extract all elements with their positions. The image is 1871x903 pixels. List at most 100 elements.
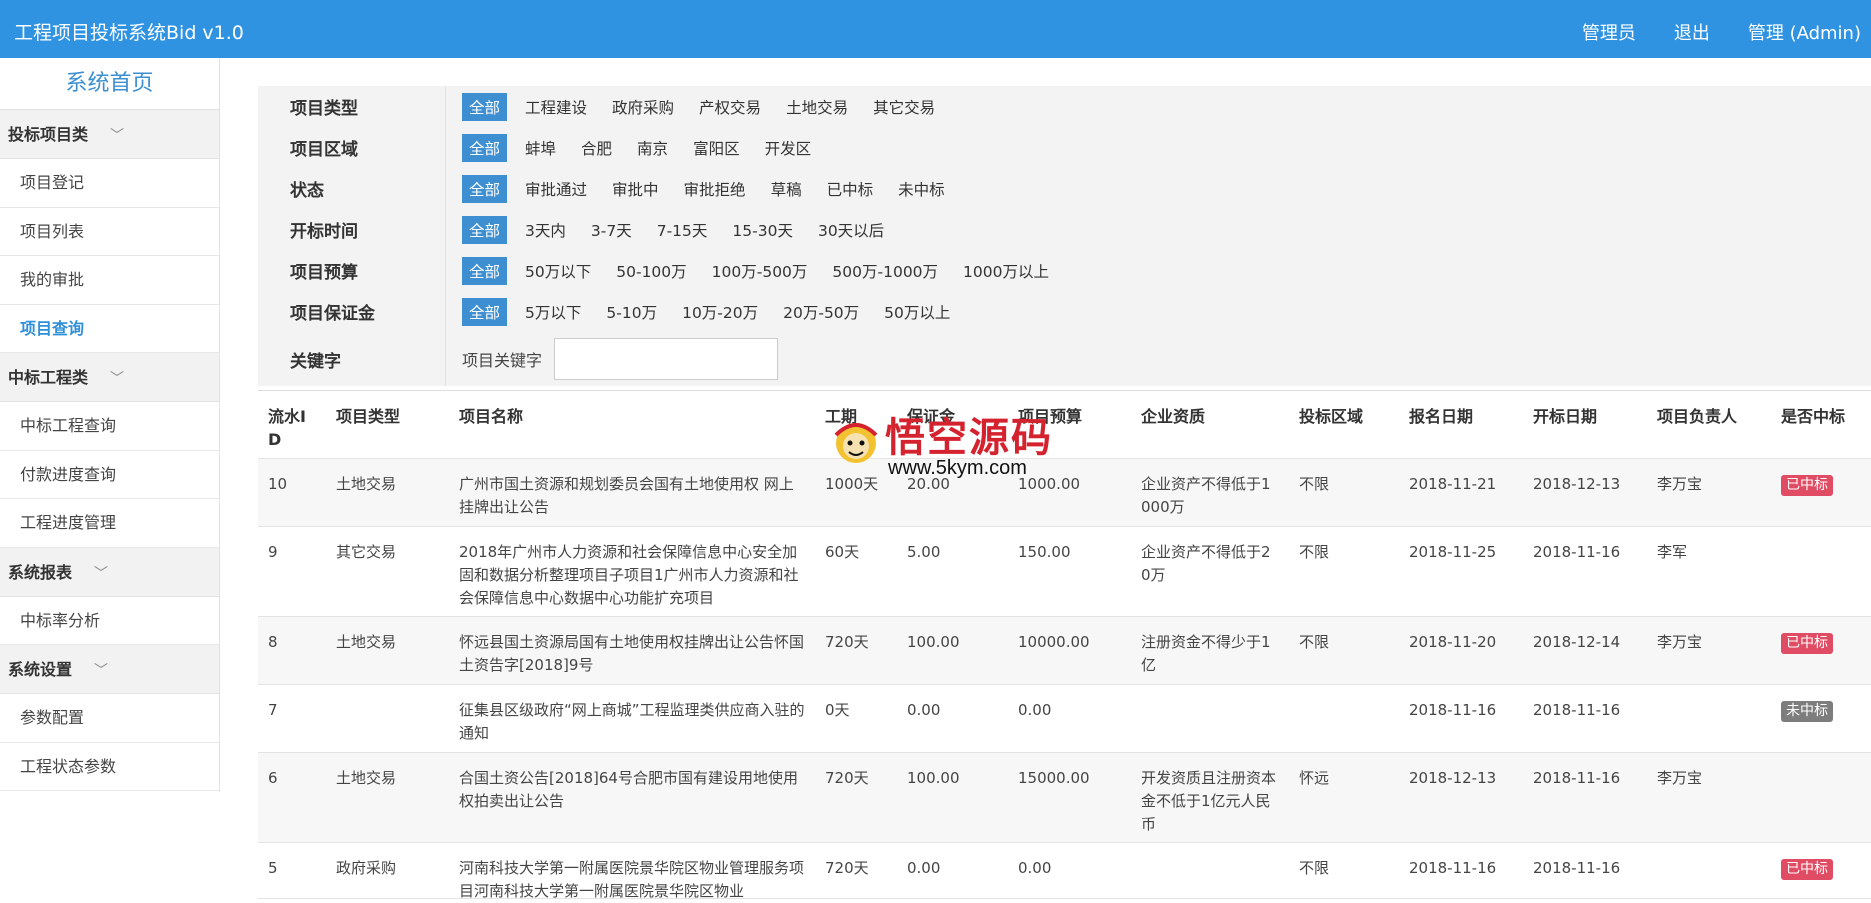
filter-option[interactable]: 南京 bbox=[637, 137, 668, 159]
project-table: 流水ID 项目类型 项目名称 工期 保证金 项目预算 企业资质 投标区域 报名日… bbox=[258, 390, 1871, 900]
table-cell: 土地交易 bbox=[336, 633, 397, 651]
table-cell bbox=[1131, 685, 1289, 752]
filter-option[interactable]: 未中标 bbox=[898, 178, 945, 200]
filter-option[interactable]: 富阳区 bbox=[693, 137, 740, 159]
sidebar-item-project-list[interactable]: 项目列表 bbox=[0, 208, 219, 256]
column-header[interactable]: 企业资质 bbox=[1131, 391, 1289, 458]
filter-option[interactable]: 政府采购 bbox=[612, 96, 674, 118]
filter-option-all[interactable]: 全部 bbox=[462, 174, 508, 203]
table-row[interactable]: 10 土地交易 广州市国土资源和规划委员会国有土地使用权 网上挂牌出让公告 1000天… bbox=[258, 459, 1871, 527]
sidebar-item-win-rate[interactable]: 中标率分析 bbox=[0, 597, 219, 645]
table-cell: 政府采购 bbox=[336, 859, 397, 877]
filter-label: 项目保证金 bbox=[258, 291, 446, 332]
table-cell: 2018-11-16 bbox=[1533, 769, 1621, 787]
filter-option[interactable]: 50-100万 bbox=[616, 260, 686, 282]
filter-option[interactable]: 合肥 bbox=[581, 137, 612, 159]
sidebar-group-bid-projects[interactable]: 投标项目类 ﹀ bbox=[0, 110, 219, 159]
sidebar-item-won-query[interactable]: 中标工程查询 bbox=[0, 402, 219, 451]
table-cell: 0.00 bbox=[907, 859, 941, 877]
filter-option[interactable]: 10万-20万 bbox=[682, 301, 758, 323]
filter-option-all[interactable]: 全部 bbox=[462, 297, 508, 326]
table-cell: 土地交易 bbox=[336, 475, 397, 493]
sidebar-item-project-progress[interactable]: 工程进度管理 bbox=[0, 499, 219, 548]
filter-row-deposit: 项目保证金 全部 5万以下 5-10万 10万-20万 20万-50万 50万以… bbox=[258, 291, 1871, 332]
filter-option[interactable]: 产权交易 bbox=[699, 96, 761, 118]
filter-option[interactable]: 500万-1000万 bbox=[832, 260, 938, 282]
column-header[interactable]: 项目预算 bbox=[1008, 391, 1131, 458]
sidebar-item-status-params[interactable]: 工程状态参数 bbox=[0, 743, 219, 791]
table-row[interactable]: 5 政府采购 河南科技大学第一附属医院景华院区物业管理服务项目河南科技大学第一附属医… bbox=[258, 843, 1871, 900]
column-header[interactable]: 投标区域 bbox=[1289, 391, 1399, 458]
filter-option[interactable]: 3天内 bbox=[525, 219, 566, 241]
sidebar-group-won-projects[interactable]: 中标工程类 ﹀ bbox=[0, 353, 219, 402]
sidebar-group-label: 系统设置 bbox=[8, 660, 73, 679]
column-header[interactable]: 保证金 bbox=[897, 391, 1008, 458]
table-cell: 720天 bbox=[825, 769, 869, 787]
filter-option[interactable]: 5万以下 bbox=[525, 301, 581, 323]
sidebar-item-payment-progress[interactable]: 付款进度查询 bbox=[0, 451, 219, 499]
status-cell bbox=[1771, 753, 1871, 842]
filter-option[interactable]: 1000万以上 bbox=[963, 260, 1049, 282]
sidebar-item-params[interactable]: 参数配置 bbox=[0, 694, 219, 743]
filter-option[interactable]: 3-7天 bbox=[591, 219, 632, 241]
status-badge: 未中标 bbox=[1781, 701, 1833, 722]
filter-label: 项目预算 bbox=[258, 250, 446, 291]
filter-option[interactable]: 15-30天 bbox=[732, 219, 793, 241]
sidebar-item-project-query[interactable]: 项目查询 bbox=[0, 305, 219, 353]
filter-option-all[interactable]: 全部 bbox=[462, 133, 508, 162]
filter-option[interactable]: 土地交易 bbox=[786, 96, 848, 118]
sidebar-item-register[interactable]: 项目登记 bbox=[0, 159, 219, 208]
filter-option-all[interactable]: 全部 bbox=[462, 92, 508, 121]
filter-option[interactable]: 草稿 bbox=[771, 178, 802, 200]
table-cell: 2018-11-16 bbox=[1533, 859, 1621, 877]
nav-admin-panel[interactable]: 管理 (Admin) bbox=[1748, 19, 1861, 45]
sidebar-group-settings[interactable]: 系统设置 ﹀ bbox=[0, 645, 219, 694]
column-header[interactable]: 工期 bbox=[815, 391, 897, 458]
table-row[interactable]: 9 其它交易 2018年广州市人力资源和社会保障信息中心安全加固和数据分析整理项目子… bbox=[258, 527, 1871, 617]
app-title: 工程项目投标系统Bid v1.0 bbox=[14, 22, 244, 44]
filter-option[interactable]: 蚌埠 bbox=[525, 137, 556, 159]
column-header[interactable]: 项目名称 bbox=[449, 391, 815, 458]
column-header[interactable]: 项目负责人 bbox=[1647, 391, 1771, 458]
table-cell bbox=[1131, 843, 1289, 898]
column-header[interactable]: 是否中标 bbox=[1771, 391, 1871, 458]
column-header[interactable]: 报名日期 bbox=[1399, 391, 1523, 458]
sidebar-item-my-approvals[interactable]: 我的审批 bbox=[0, 256, 219, 305]
table-row[interactable]: 6 土地交易 合国土资公告[2018]64号合肥市国有建设用地使用权拍卖出让公告 72… bbox=[258, 753, 1871, 843]
table-cell: 李军 bbox=[1657, 543, 1688, 561]
keyword-input[interactable] bbox=[554, 338, 779, 380]
filter-option[interactable]: 5-10万 bbox=[606, 301, 657, 323]
filter-option[interactable]: 30天以后 bbox=[818, 219, 884, 241]
sidebar-home-link[interactable]: 系统首页 bbox=[0, 58, 219, 110]
filter-option[interactable]: 已中标 bbox=[827, 178, 874, 200]
top-header-bar: 工程项目投标系统Bid v1.0 管理员 退出 管理 (Admin) bbox=[0, 0, 1871, 58]
column-header[interactable]: 流水ID bbox=[258, 391, 326, 458]
filter-option[interactable]: 审批拒绝 bbox=[684, 178, 746, 200]
filter-option[interactable]: 50万以上 bbox=[884, 301, 950, 323]
filter-option[interactable]: 50万以下 bbox=[525, 260, 591, 282]
filter-option[interactable]: 审批通过 bbox=[525, 178, 587, 200]
table-cell: 2018-11-16 bbox=[1533, 701, 1621, 719]
nav-admin-user[interactable]: 管理员 bbox=[1582, 19, 1636, 45]
filter-label: 项目区域 bbox=[258, 127, 446, 168]
filter-option[interactable]: 工程建设 bbox=[525, 96, 587, 118]
table-row[interactable]: 8 土地交易 怀远县国土资源局国有土地使用权挂牌出让公告怀国土资告字[2018]9号… bbox=[258, 617, 1871, 685]
column-header[interactable]: 项目类型 bbox=[326, 391, 449, 458]
filter-option[interactable]: 7-15天 bbox=[657, 219, 708, 241]
table-cell: 注册资金不得少于1亿 bbox=[1141, 633, 1271, 674]
table-cell bbox=[1647, 685, 1771, 752]
table-cell: 60天 bbox=[825, 543, 860, 561]
filter-option[interactable]: 开发区 bbox=[765, 137, 812, 159]
column-header[interactable]: 开标日期 bbox=[1523, 391, 1647, 458]
sidebar-group-reports[interactable]: 系统报表 ﹀ bbox=[0, 547, 219, 597]
nav-logout[interactable]: 退出 bbox=[1674, 19, 1710, 45]
filter-option[interactable]: 100万-500万 bbox=[712, 260, 808, 282]
filter-option-all[interactable]: 全部 bbox=[462, 256, 508, 285]
filter-option-all[interactable]: 全部 bbox=[462, 215, 508, 244]
filter-option[interactable]: 其它交易 bbox=[873, 96, 935, 118]
filter-option[interactable]: 审批中 bbox=[612, 178, 659, 200]
filter-option[interactable]: 20万-50万 bbox=[783, 301, 859, 323]
status-cell: 已中标 bbox=[1771, 617, 1871, 684]
table-row[interactable]: 7 征集县区级政府“网上商城”工程监理类供应商入驻的通知 0天 0.00 0.00 201… bbox=[258, 685, 1871, 753]
table-cell: 720天 bbox=[825, 859, 869, 877]
